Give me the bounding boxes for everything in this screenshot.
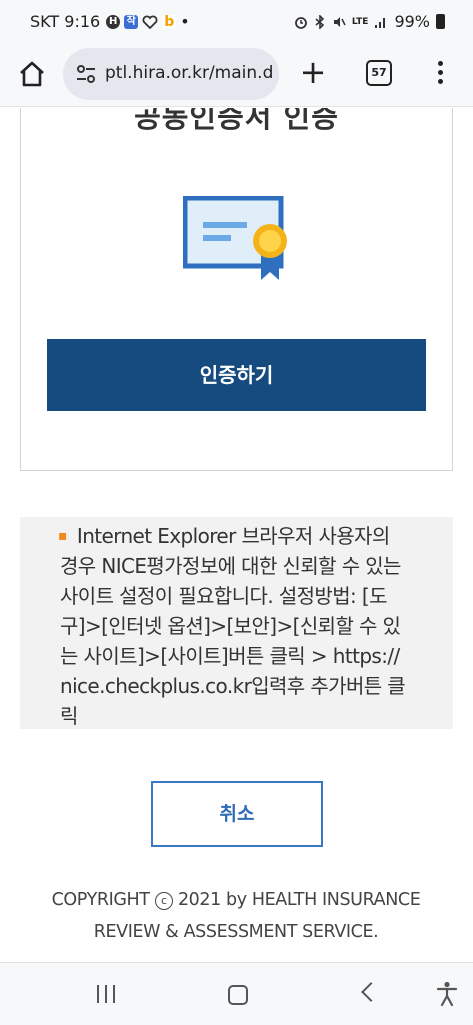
status-bar: SKT 9:16 H 작 b • LTE 99%: [0, 0, 473, 44]
notification-dot: •: [180, 12, 190, 31]
certificate-card: 공동인증서 인증 인증하기: [20, 108, 453, 471]
more-menu-icon[interactable]: [430, 58, 450, 88]
network-type: LTE: [351, 16, 369, 27]
notice-box: ▪ Internet Explorer 브라우저 사용자의 경우 NICE평가정보…: [20, 517, 453, 729]
new-tab-button[interactable]: +: [296, 56, 330, 90]
status-right: LTE 99%: [294, 12, 445, 31]
notice-body: Internet Explorer 브라우저 사용자의 경우 NICE평가정보에…: [60, 524, 406, 728]
heart-icon: [142, 15, 158, 29]
alarm-icon: [294, 16, 307, 29]
h-app-icon: H: [106, 14, 121, 29]
recents-icon[interactable]: [95, 985, 117, 1003]
url-text[interactable]: ptl.hira.or.kr/main.d: [105, 63, 273, 83]
jak-app-icon: 작: [124, 14, 139, 29]
home-nav-icon[interactable]: [228, 985, 248, 1005]
carrier-time: SKT 9:16: [30, 12, 101, 31]
browser-toolbar: ptl.hira.or.kr/main.d + 57: [0, 44, 473, 107]
copyright-symbol: c: [154, 892, 173, 910]
copyright-prefix: COPYRIGHT: [51, 890, 150, 910]
tab-switcher-button[interactable]: 57: [366, 60, 392, 86]
b-app-icon: b: [162, 13, 177, 30]
address-bar[interactable]: ptl.hira.or.kr/main.d: [63, 48, 279, 100]
battery-icon: [436, 14, 445, 29]
mute-icon: [333, 16, 346, 27]
card-title: 공동인증서 인증: [134, 108, 339, 134]
certificate-icon: [183, 196, 287, 280]
notification-icons: H 작 b •: [106, 12, 190, 31]
signal-icon: [375, 17, 386, 28]
battery-percent: 99%: [394, 12, 430, 31]
notice-text: ▪ Internet Explorer 브라우저 사용자의 경우 NICE평가정보…: [58, 521, 410, 731]
cancel-button[interactable]: 취소: [151, 781, 323, 847]
bluetooth-icon: [315, 14, 325, 29]
accessibility-icon[interactable]: [436, 981, 458, 1007]
copyright: COPYRIGHT c 2021 by HEALTH INSURANCE REV…: [46, 884, 426, 948]
site-settings-icon[interactable]: [75, 63, 97, 85]
back-icon[interactable]: [361, 982, 381, 1002]
system-nav-bar: [0, 962, 473, 1025]
home-icon[interactable]: [16, 58, 48, 90]
status-left: SKT 9:16 H 작 b •: [30, 12, 190, 31]
bullet-icon: ▪: [58, 528, 67, 544]
authenticate-button[interactable]: 인증하기: [47, 339, 426, 411]
